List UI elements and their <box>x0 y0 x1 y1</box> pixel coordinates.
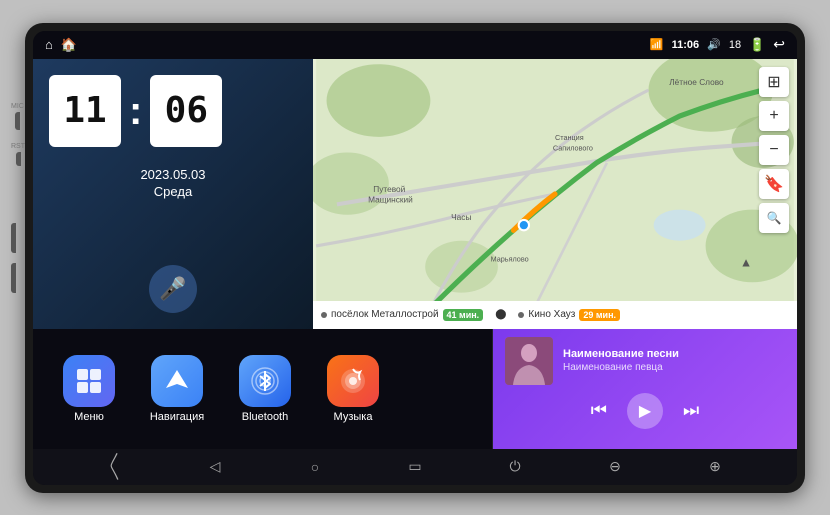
mic-button[interactable] <box>15 112 20 130</box>
date-section: 2023.05.03 Среда <box>49 167 297 199</box>
nav-home-button[interactable]: ○ <box>297 449 333 485</box>
nav-power-button[interactable]: ⏻ <box>497 449 533 485</box>
bottom-section: Меню Навигация <box>33 329 797 449</box>
map-area[interactable]: Лётное Слово Часы Путевой Мащинский Стан… <box>313 59 797 329</box>
play-icon: ▶ <box>639 401 651 421</box>
mic-icon: 🎤 <box>159 276 186 302</box>
music-artist: Наименование певца <box>563 362 785 373</box>
svg-text:Марьялово: Марьялово <box>491 254 529 263</box>
time-badge-1: 41 мин. <box>443 309 484 321</box>
svg-text:Станция: Станция <box>555 133 584 142</box>
rst-label: RST <box>11 143 25 150</box>
nav-svg <box>162 366 192 396</box>
volume-icon: 🔊 <box>707 38 721 51</box>
home-icon[interactable]: ⌂ <box>45 37 53 52</box>
svg-text:Мащинский: Мащинский <box>368 194 413 204</box>
music-art <box>505 337 553 385</box>
dest-1: посёлок Металлострой 41 мин. <box>321 309 483 321</box>
vol-down-button[interactable] <box>11 263 16 293</box>
nav-minus-button[interactable]: ⊖ <box>597 449 633 485</box>
music-svg <box>338 366 368 396</box>
album-art-svg <box>505 337 553 385</box>
map-background: Лётное Слово Часы Путевой Мащинский Стан… <box>313 59 797 329</box>
battery-icon: 🔋 <box>749 37 765 53</box>
bookmark-button[interactable]: 🔖 <box>759 169 789 199</box>
back-icon[interactable]: ↩ <box>773 36 785 53</box>
house-icon[interactable]: 🏠 <box>61 37 77 53</box>
prev-button[interactable]: ⏮ <box>591 400 607 421</box>
car-head-unit: MIC RST ⌂ 🏠 📶 11:06 🔊 18 🔋 ↩ <box>25 23 805 493</box>
wifi-icon: 📶 <box>650 38 664 51</box>
nav-label: Навигация <box>150 411 204 423</box>
mic-circle[interactable]: 🎤 <box>149 265 197 313</box>
menu-svg <box>75 367 103 395</box>
mic-button-area: 🎤 <box>49 265 297 313</box>
play-button[interactable]: ▶ <box>627 393 663 429</box>
menu-icon <box>63 355 115 407</box>
svg-text:▲: ▲ <box>740 255 752 269</box>
left-panel: 11 : 06 2023.05.03 Среда 🎤 <box>33 59 313 329</box>
apps-row: Меню Навигация <box>33 329 493 449</box>
status-left: ⌂ 🏠 <box>45 37 77 53</box>
music-player: Наименование песни Наименование певца ⏮ … <box>493 329 797 449</box>
main-content: 11 : 06 2023.05.03 Среда 🎤 <box>33 59 797 329</box>
zoom-in-button[interactable]: + <box>759 101 789 131</box>
music-text: Наименование песни Наименование певца <box>563 348 785 373</box>
app-navigation[interactable]: Навигация <box>137 355 217 423</box>
music-art-inner <box>505 337 553 385</box>
time-display: 11:06 <box>672 39 700 51</box>
music-controls: ⏮ ▶ ⏭ <box>505 393 785 429</box>
app-menu[interactable]: Меню <box>49 355 129 423</box>
dest-separator: ⬤ <box>495 309 506 320</box>
volume-level: 18 <box>729 39 741 51</box>
next-button[interactable]: ⏭ <box>683 400 699 421</box>
screen: ⌂ 🏠 📶 11:06 🔊 18 🔋 ↩ 11 : 06 <box>33 31 797 485</box>
nav-android-back-button[interactable]: ◁ <box>197 449 233 485</box>
zoom-out-button[interactable]: − <box>759 135 789 165</box>
map-controls: ⊞ + − 🔖 🔍 <box>759 67 789 233</box>
svg-text:Путевой: Путевой <box>373 183 405 193</box>
app-music[interactable]: Музыка <box>313 355 393 423</box>
clock-hours: 11 <box>49 75 121 147</box>
day-text: Среда <box>49 184 297 199</box>
dest-label-2: Кино Хауз <box>528 309 575 320</box>
vol-up-button[interactable] <box>11 223 16 253</box>
dest-2: Кино Хауз 29 мин. <box>518 309 620 321</box>
map-svg: Лётное Слово Часы Путевой Мащинский Стан… <box>313 59 797 329</box>
nav-back-button[interactable]: 〱 <box>97 449 133 485</box>
clock-minutes: 06 <box>150 75 222 147</box>
date-text: 2023.05.03 <box>49 167 297 182</box>
layers-button[interactable]: ⊞ <box>759 67 789 97</box>
app-bluetooth[interactable]: Bluetooth <box>225 355 305 423</box>
svg-text:Часы: Часы <box>451 211 471 221</box>
mic-label: MIC <box>11 103 24 110</box>
search-button[interactable]: 🔍 <box>759 203 789 233</box>
dest-dot-1 <box>321 312 327 318</box>
music-app-label: Музыка <box>334 411 373 423</box>
nav-icon <box>151 355 203 407</box>
menu-label: Меню <box>74 411 104 423</box>
svg-text:Сапилового: Сапилового <box>553 143 593 152</box>
map-bottom-bar: посёлок Металлострой 41 мин. ⬤ Кино Хауз… <box>313 301 797 329</box>
dest-dot-2 <box>518 312 524 318</box>
bt-icon <box>239 355 291 407</box>
music-title: Наименование песни <box>563 348 785 360</box>
nav-plus-button[interactable]: ⊕ <box>697 449 733 485</box>
nav-recents-button[interactable]: ▭ <box>397 449 433 485</box>
status-bar: ⌂ 🏠 📶 11:06 🔊 18 🔋 ↩ <box>33 31 797 59</box>
clock-widget: 11 : 06 <box>49 75 297 147</box>
dest-label-1: посёлок Металлострой <box>331 309 439 320</box>
music-info: Наименование песни Наименование певца <box>505 337 785 385</box>
status-right: 📶 11:06 🔊 18 🔋 ↩ <box>650 36 785 53</box>
nav-bar: 〱 ◁ ○ ▭ ⏻ ⊖ ⊕ <box>33 449 797 485</box>
clock-separator: : <box>129 91 142 131</box>
bt-label: Bluetooth <box>242 411 288 423</box>
time-badge-2: 29 мин. <box>579 309 620 321</box>
rst-button[interactable] <box>16 152 21 166</box>
bt-svg <box>250 366 280 396</box>
music-icon <box>327 355 379 407</box>
svg-text:Лётное Слово: Лётное Слово <box>669 76 724 86</box>
